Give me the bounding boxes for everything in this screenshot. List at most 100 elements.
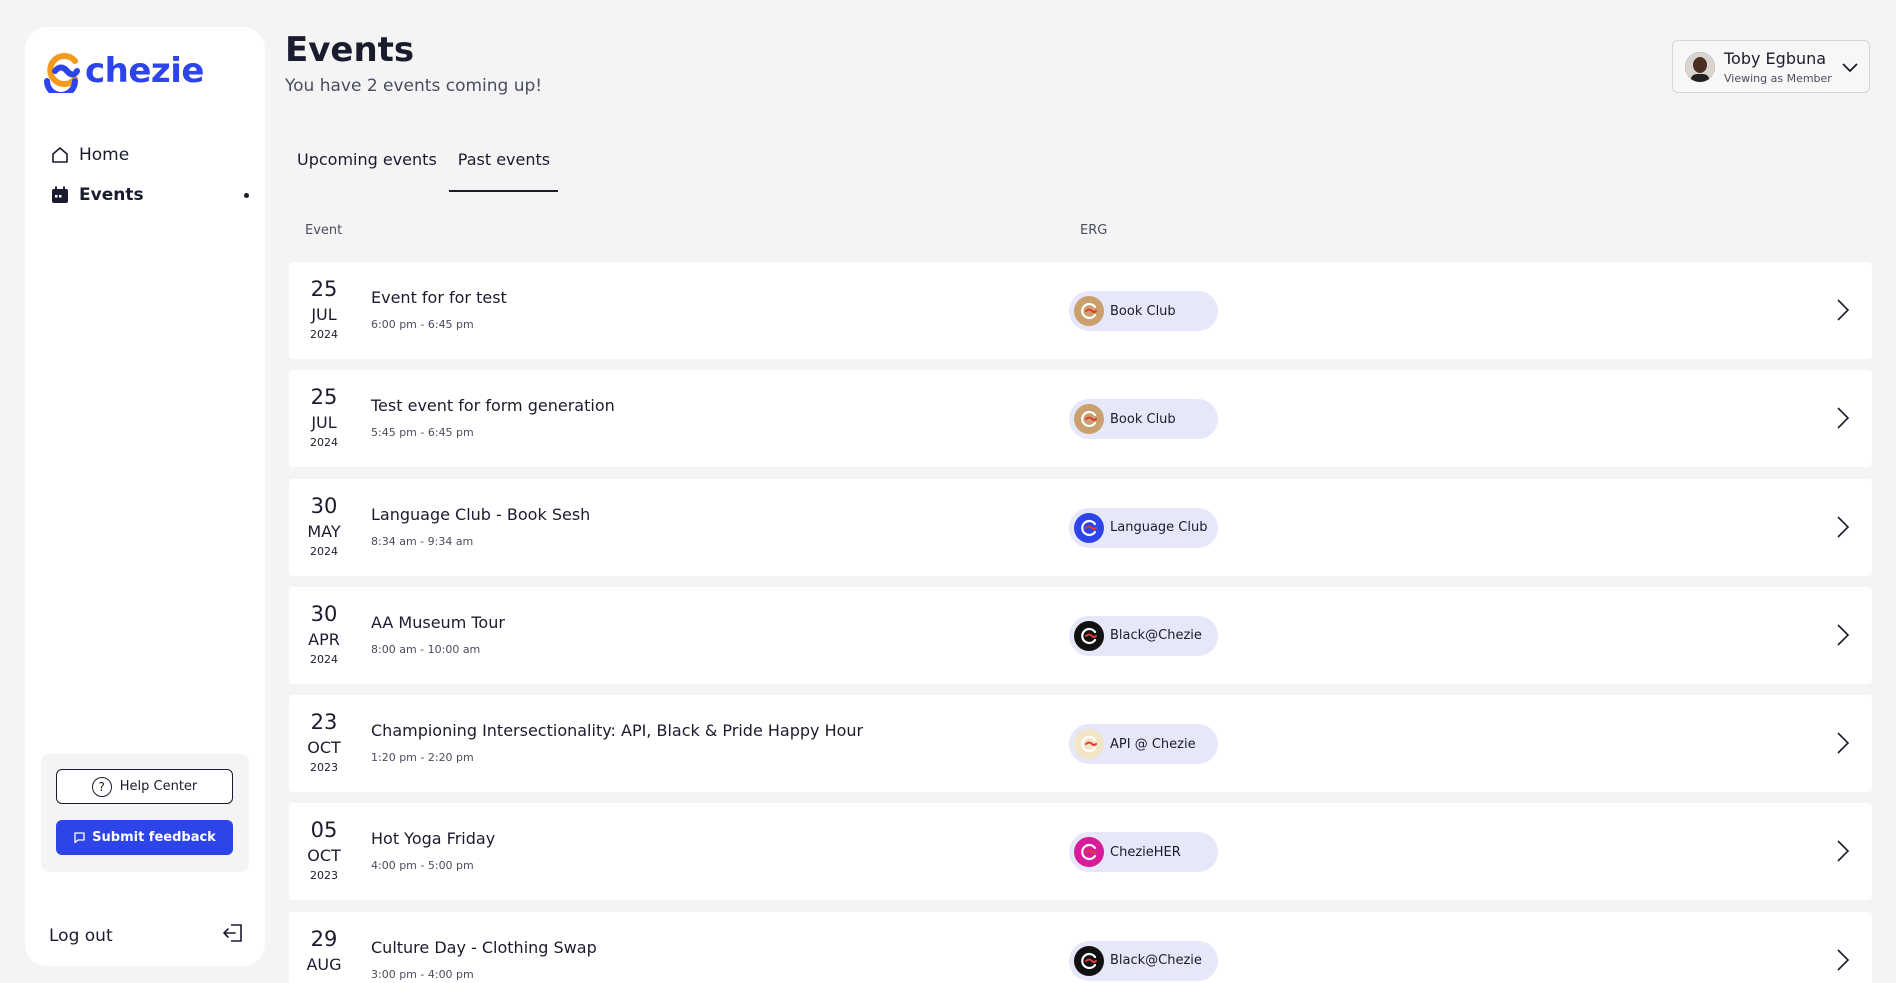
event-title: Culture Day - Clothing Swap (371, 937, 597, 957)
event-month: MAY (307, 521, 341, 541)
chevron-right-icon[interactable] (1836, 406, 1850, 434)
event-date: 25 JUL 2024 (289, 276, 359, 342)
user-menu[interactable]: Toby Egbuna Viewing as Member (1672, 40, 1870, 93)
erg-badge[interactable]: Language Club (1069, 507, 1218, 548)
erg-logo-icon (1074, 945, 1104, 976)
submit-feedback-button[interactable]: Submit feedback (56, 820, 233, 855)
event-day: 30 (310, 601, 338, 626)
page-subtitle: You have 2 events coming up! (285, 76, 543, 96)
erg-badge[interactable]: Book Club (1069, 291, 1218, 331)
event-year: 2024 (310, 652, 338, 666)
home-icon (49, 144, 71, 166)
table-row[interactable]: 29 AUG Culture Day - Clothing Swap 3:00 … (289, 911, 1872, 983)
erg-logo-icon (1074, 837, 1104, 868)
erg-badge[interactable]: Book Club (1069, 399, 1218, 440)
tab-label: Past events (457, 150, 551, 169)
calendar-icon (49, 184, 71, 206)
tab-past-events[interactable]: Past events (448, 140, 559, 192)
event-date: 05 OCT 2023 (289, 817, 359, 883)
event-time: 1:20 pm - 2:20 pm (371, 751, 474, 765)
event-time: 8:34 am - 9:34 am (371, 534, 474, 548)
event-title: Championing Intersectionality: API, Blac… (371, 721, 864, 741)
page-title: Events (285, 30, 415, 70)
sidebar-item-label: Events (79, 185, 144, 205)
event-title: Event for for test (371, 288, 507, 307)
erg-name: Book Club (1110, 411, 1176, 427)
sidebar-item-home[interactable]: Home (49, 135, 249, 175)
event-title: Test event for form generation (371, 396, 615, 416)
chevron-right-icon[interactable] (1836, 515, 1850, 543)
event-date: 30 APR 2024 (289, 601, 359, 667)
event-day: 25 (310, 385, 338, 410)
event-tabs: Upcoming events Past events (285, 140, 559, 192)
sidebar: chezie Home Events ? Help Center Submit … (25, 27, 265, 966)
chevron-right-icon[interactable] (1836, 731, 1850, 759)
erg-logo-icon (1074, 404, 1104, 435)
event-time: 4:00 pm - 5:00 pm (371, 859, 474, 873)
avatar (1685, 52, 1715, 82)
table-row[interactable]: 05 OCT 2023 Hot Yoga Friday 4:00 pm - 5:… (289, 803, 1872, 901)
help-center-label: Help Center (119, 779, 198, 794)
event-year: 2024 (310, 328, 338, 341)
column-header-erg: ERG (1080, 223, 1108, 238)
logout-button[interactable]: Log out (49, 922, 245, 949)
erg-badge[interactable]: API @ Chezie (1069, 724, 1218, 765)
event-date: 29 AUG (289, 926, 359, 978)
event-date: 30 MAY 2024 (289, 493, 359, 559)
event-year: 2023 (310, 869, 338, 883)
events-list: 25 JUL 2024 Event for for test 6:00 pm -… (289, 262, 1872, 983)
tab-label: Upcoming events (297, 150, 437, 169)
chezie-logo[interactable]: chezie (41, 49, 204, 93)
help-center-button[interactable]: ? Help Center (56, 769, 233, 804)
erg-logo-icon (1074, 729, 1104, 760)
chevron-right-icon[interactable] (1836, 948, 1850, 976)
event-time: 8:00 am - 10:00 am (371, 642, 481, 656)
table-row[interactable]: 25 JUL 2024 Test event for form generati… (289, 370, 1872, 468)
logo-text: chezie (85, 51, 204, 91)
logout-label: Log out (49, 925, 113, 946)
erg-logo-icon (1074, 296, 1104, 326)
event-month: APR (308, 629, 340, 649)
active-indicator-dot (244, 193, 249, 198)
table-row[interactable]: 25 JUL 2024 Event for for test 6:00 pm -… (289, 262, 1872, 359)
erg-badge[interactable]: Black@Chezie (1069, 615, 1218, 656)
event-day: 29 (310, 926, 338, 951)
event-month: OCT (307, 738, 341, 758)
event-year: 2024 (310, 544, 338, 558)
erg-name: Book Club (1110, 303, 1176, 319)
sidebar-item-events[interactable]: Events (49, 175, 249, 215)
erg-name: Black@Chezie (1110, 953, 1202, 969)
event-month: AUG (306, 954, 342, 974)
event-year: 2023 (310, 761, 338, 775)
erg-name: Black@Chezie (1110, 628, 1202, 644)
table-row[interactable]: 30 MAY 2024 Language Club - Book Sesh 8:… (289, 478, 1872, 576)
chevron-right-icon[interactable] (1836, 623, 1850, 651)
table-row[interactable]: 30 APR 2024 AA Museum Tour 8:00 am - 10:… (289, 586, 1872, 684)
event-month: JUL (311, 413, 337, 433)
help-question-icon: ? (91, 776, 112, 797)
erg-badge[interactable]: ChezieHER (1069, 832, 1218, 873)
erg-name: ChezieHER (1110, 844, 1181, 860)
chevron-right-icon[interactable] (1836, 839, 1850, 867)
column-header-event: Event (305, 223, 343, 238)
table-row[interactable]: 23 OCT 2023 Championing Intersectionalit… (289, 695, 1872, 793)
event-day: 25 (310, 277, 338, 301)
sidebar-nav: Home Events (49, 135, 249, 215)
event-time: 6:00 pm - 6:45 pm (371, 318, 474, 331)
erg-logo-icon (1074, 620, 1104, 651)
erg-name: API @ Chezie (1110, 736, 1196, 752)
logout-icon (221, 922, 245, 949)
submit-feedback-label: Submit feedback (92, 830, 216, 845)
event-year: 2024 (310, 436, 338, 450)
chezie-logo-icon (44, 53, 80, 93)
event-title: Language Club - Book Sesh (371, 504, 591, 524)
erg-badge[interactable]: Black@Chezie (1069, 940, 1218, 981)
tab-upcoming-events[interactable]: Upcoming events (285, 140, 449, 192)
event-day: 05 (310, 818, 338, 843)
event-day: 30 (310, 493, 338, 518)
erg-name: Language Club (1110, 520, 1208, 536)
event-date: 23 OCT 2023 (289, 709, 359, 775)
chat-bubble-icon (73, 831, 86, 844)
chevron-right-icon[interactable] (1836, 298, 1850, 326)
event-title: AA Museum Tour (371, 612, 505, 632)
